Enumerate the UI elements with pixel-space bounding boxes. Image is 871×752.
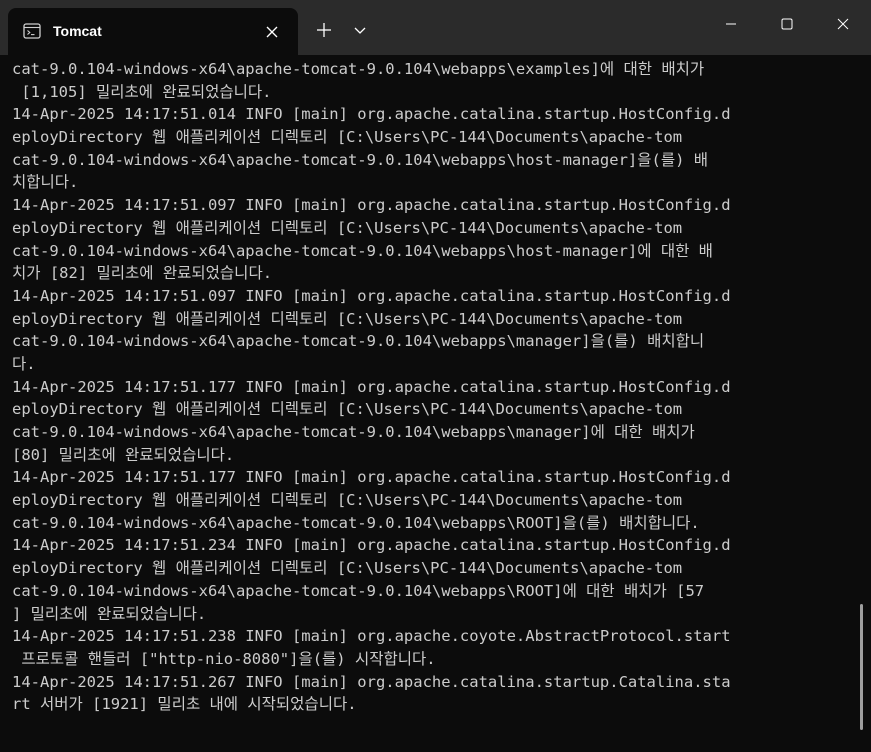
- terminal-line: 14-Apr-2025 14:17:51.177 INFO [main] org…: [12, 377, 731, 396]
- scrollbar-thumb[interactable]: [860, 604, 863, 730]
- terminal-line: rt 서버가 [1921] 밀리초 내에 시작되었습니다.: [12, 695, 357, 714]
- terminal-icon: [23, 23, 41, 39]
- chevron-down-icon[interactable]: [346, 16, 374, 44]
- terminal-line: eployDirectory 웹 애플리케이션 디렉토리 [C:\Users\P…: [12, 128, 683, 147]
- new-tab-icon[interactable]: [310, 16, 338, 44]
- terminal-line: eployDirectory 웹 애플리케이션 디렉토리 [C:\Users\P…: [12, 559, 683, 578]
- terminal-line: 다.: [12, 354, 36, 373]
- terminal-output[interactable]: cat-9.0.104-windows-x64\apache-tomcat-9.…: [12, 58, 848, 748]
- terminal-line: 14-Apr-2025 14:17:51.177 INFO [main] org…: [12, 468, 731, 487]
- terminal-line: 14-Apr-2025 14:17:51.097 INFO [main] org…: [12, 196, 731, 215]
- terminal-line: cat-9.0.104-windows-x64\apache-tomcat-9.…: [12, 423, 695, 441]
- terminal-window: Tomcat cat-9.0.104-windows-x64\apache-to…: [0, 0, 871, 752]
- terminal-line: 치합니다.: [12, 173, 79, 192]
- terminal-line: 14-Apr-2025 14:17:51.014 INFO [main] org…: [12, 105, 731, 124]
- title-bar[interactable]: Tomcat: [0, 0, 871, 55]
- terminal-line: [80] 밀리초에 완료되었습니다.: [12, 445, 235, 464]
- terminal-line: 14-Apr-2025 14:17:51.234 INFO [main] org…: [12, 536, 731, 555]
- terminal-line: cat-9.0.104-windows-x64\apache-tomcat-9.…: [12, 332, 705, 351]
- terminal-line: 프로토콜 핸들러 ["http-nio-8080"]을(를) 시작합니다.: [12, 649, 436, 668]
- terminal-line: eployDirectory 웹 애플리케이션 디렉토리 [C:\Users\P…: [12, 218, 683, 237]
- terminal-line: ] 밀리초에 완료되었습니다.: [12, 604, 207, 623]
- terminal-line: 치가 [82] 밀리초에 완료되었습니다.: [12, 264, 273, 283]
- terminal-line: [1,105] 밀리초에 완료되었습니다.: [12, 82, 272, 101]
- terminal-line: cat-9.0.104-windows-x64\apache-tomcat-9.…: [12, 60, 705, 78]
- terminal-line: eployDirectory 웹 애플리케이션 디렉토리 [C:\Users\P…: [12, 400, 683, 419]
- terminal-line: eployDirectory 웹 애플리케이션 디렉토리 [C:\Users\P…: [12, 309, 683, 328]
- terminal-line: 14-Apr-2025 14:17:51.097 INFO [main] org…: [12, 286, 731, 305]
- terminal-line: 14-Apr-2025 14:17:51.267 INFO [main] org…: [12, 672, 731, 691]
- terminal-line: eployDirectory 웹 애플리케이션 디렉토리 [C:\Users\P…: [12, 491, 683, 510]
- maximize-icon[interactable]: [759, 0, 815, 48]
- close-window-icon[interactable]: [815, 0, 871, 48]
- terminal-line: cat-9.0.104-windows-x64\apache-tomcat-9.…: [12, 150, 709, 169]
- terminal-line: cat-9.0.104-windows-x64\apache-tomcat-9.…: [12, 581, 705, 600]
- terminal-line: cat-9.0.104-windows-x64\apache-tomcat-9.…: [12, 513, 700, 532]
- close-tab-icon[interactable]: [262, 22, 282, 42]
- terminal-line: 14-Apr-2025 14:17:51.238 INFO [main] org…: [12, 627, 731, 646]
- tab-tomcat[interactable]: Tomcat: [8, 8, 298, 55]
- tab-title: Tomcat: [53, 23, 102, 39]
- minimize-icon[interactable]: [703, 0, 759, 48]
- terminal-line: cat-9.0.104-windows-x64\apache-tomcat-9.…: [12, 241, 713, 260]
